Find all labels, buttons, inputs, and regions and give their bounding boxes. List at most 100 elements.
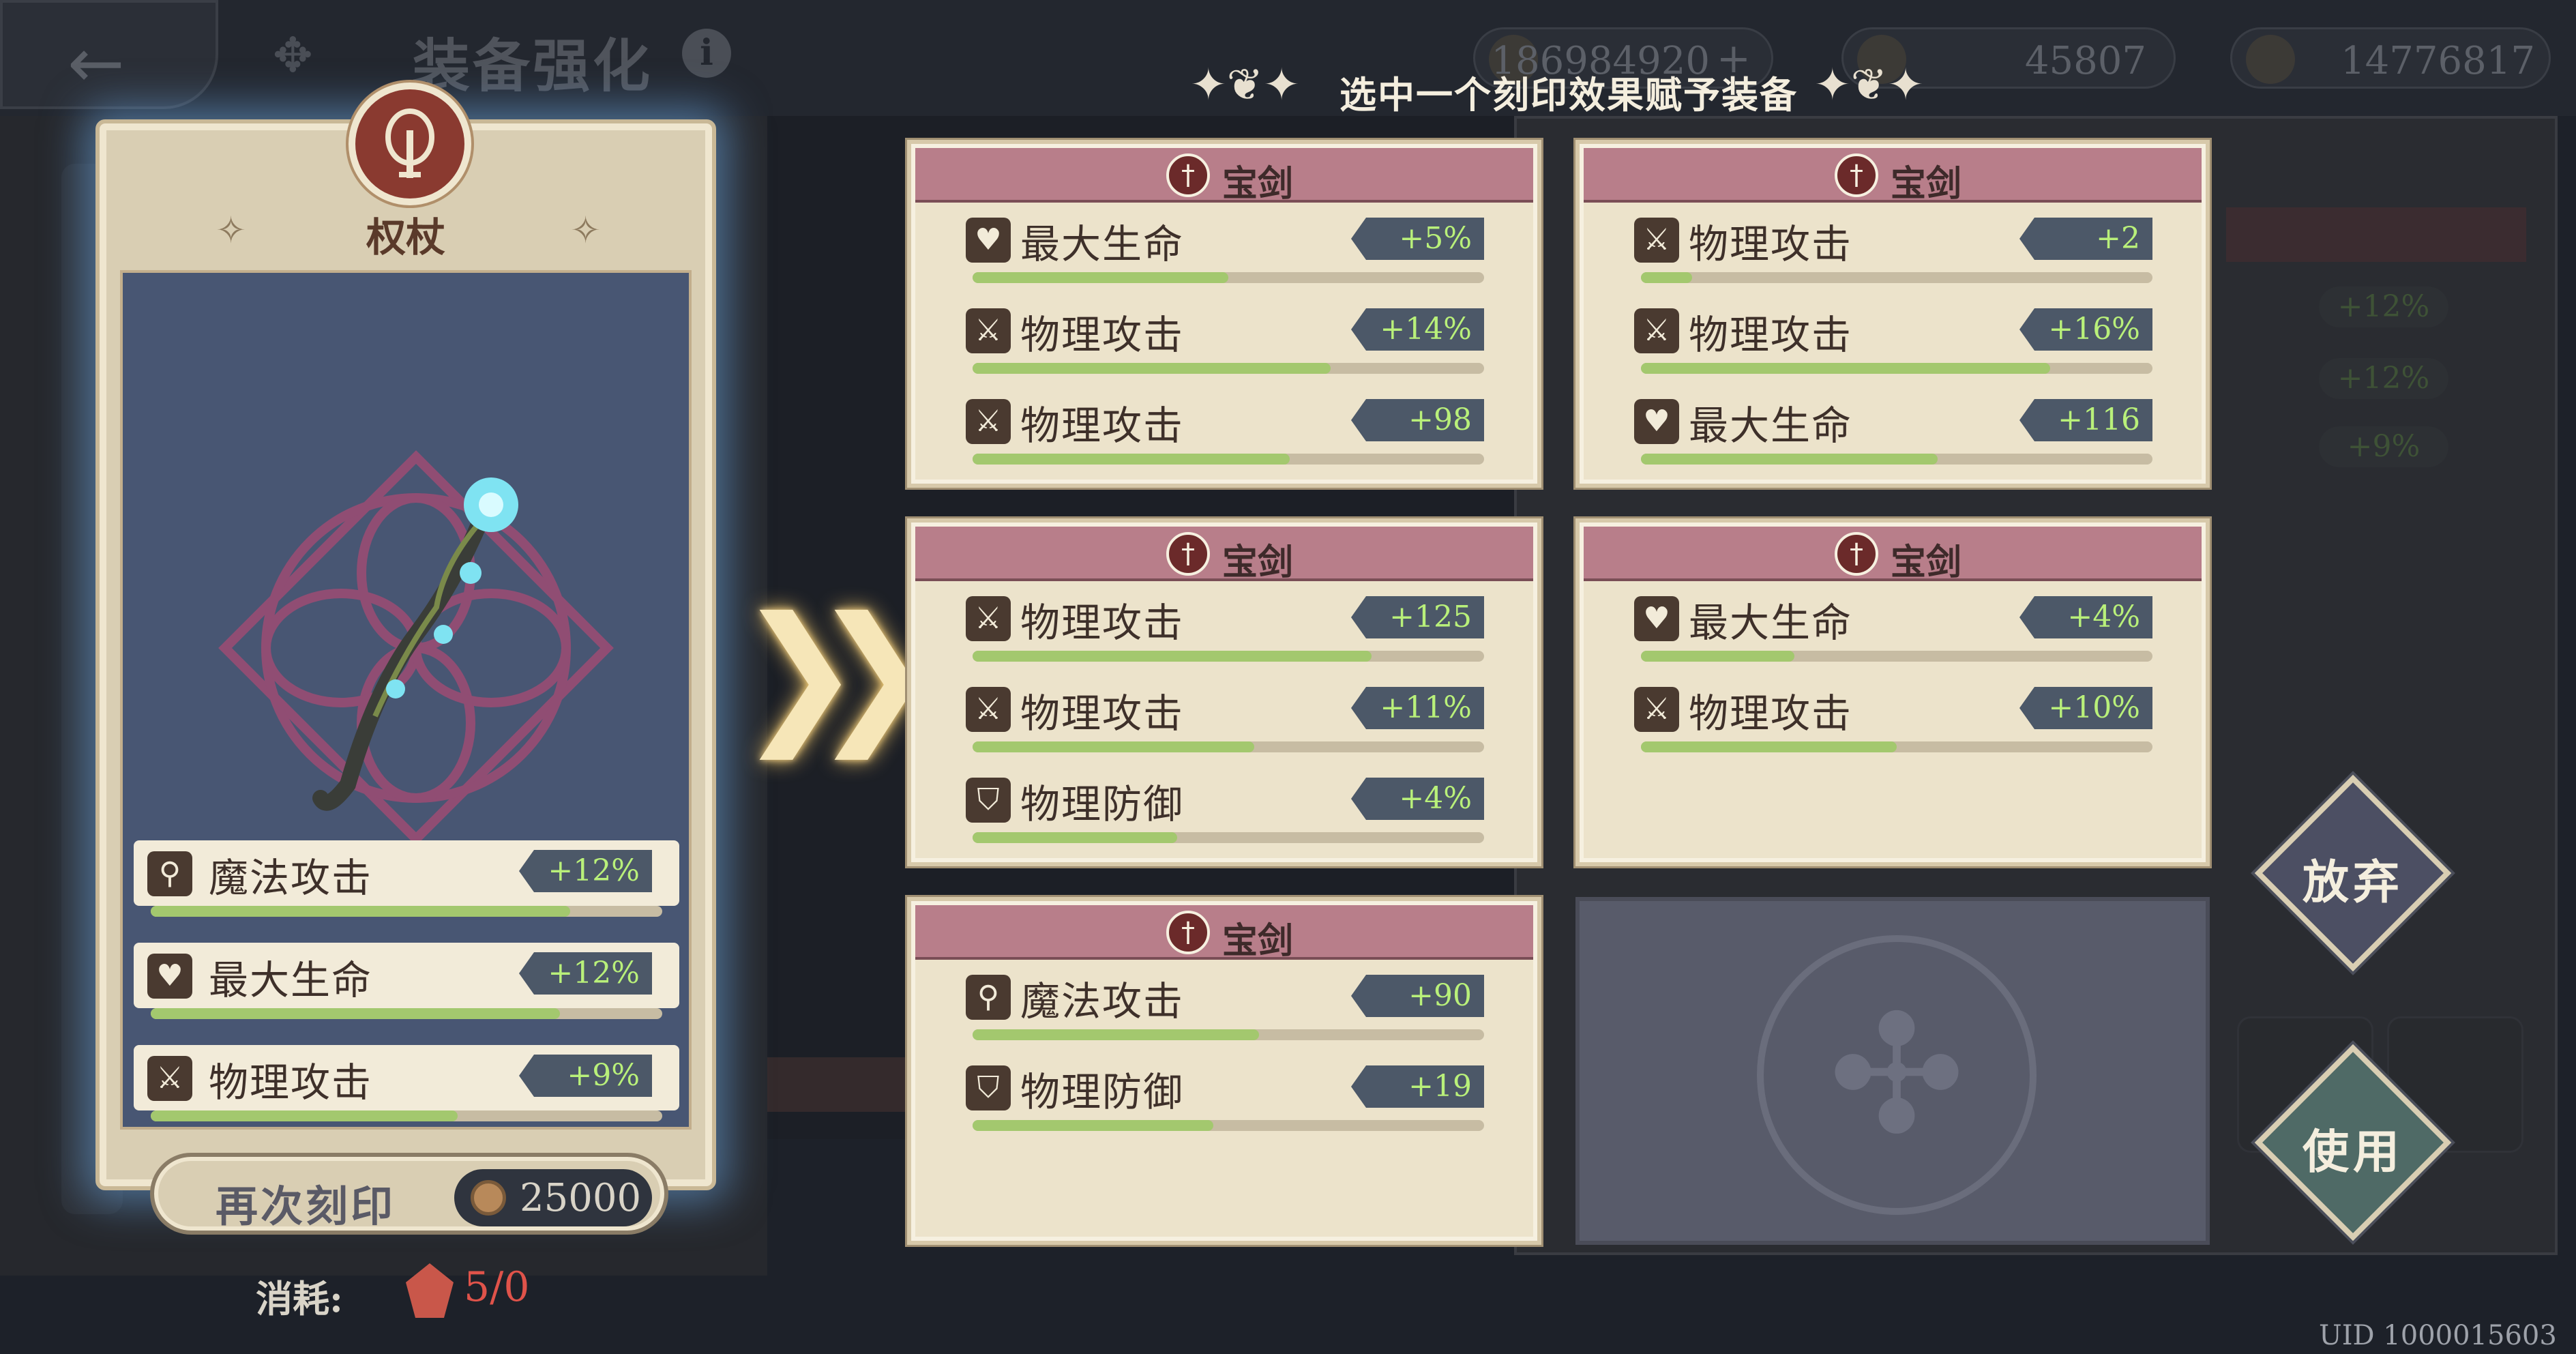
stat-bar — [1641, 272, 2152, 283]
sword-icon: ⚔ — [966, 399, 1011, 444]
stat-value-badge: +2 — [2019, 218, 2152, 260]
stat-bar — [151, 1110, 662, 1121]
option-header: † 宝剑 — [1584, 527, 2202, 583]
stat-bar-fill — [973, 741, 1254, 752]
use-label: 使用 — [2302, 1125, 2403, 1179]
option-title: 宝剑 — [1891, 542, 1962, 583]
stat-name: 物理攻击 — [1020, 600, 1185, 646]
stat-bar-fill — [1641, 741, 1897, 752]
stat-bar — [973, 272, 1484, 283]
abandon-button[interactable]: 放弃 — [2251, 771, 2455, 975]
option-stat-row: ⚔ 物理攻击 +16% — [1634, 303, 2152, 385]
abandon-label: 放弃 — [2302, 855, 2403, 910]
flourish-right-icon: ✧ — [570, 209, 602, 252]
option-title: 宝剑 — [1222, 542, 1294, 583]
imprint-option-card[interactable]: † 宝剑 ⚔ 物理攻击 +2 ⚔ 物理攻击 +16% ♥ 最大生命 +116 — [1575, 140, 2210, 488]
stat-value-badge: +4% — [2019, 596, 2152, 638]
stat-name: 物理攻击 — [1020, 402, 1185, 449]
stat-name: 最大生命 — [1689, 600, 1853, 646]
stat-name: 最大生命 — [209, 957, 373, 1003]
option-header: † 宝剑 — [915, 905, 1533, 962]
stat-bar — [1641, 741, 2152, 752]
info-icon[interactable]: i — [682, 29, 731, 78]
reimprint-label: 再次刻印 — [216, 1181, 396, 1231]
stat-bar — [973, 741, 1484, 752]
stat-bar — [151, 1008, 662, 1019]
resource-value: 14776817 — [2340, 39, 2535, 83]
imprint-option-card[interactable]: † 宝剑 ⚔ 物理攻击 +125 ⚔ 物理攻击 +11% ⛉ 物理防御 +4% — [907, 518, 1541, 866]
stat-bar-fill — [973, 832, 1177, 843]
knot-emblem-icon: ✣ — [1757, 935, 2037, 1215]
sword-icon: ⚔ — [1634, 308, 1679, 353]
stat-bar-fill — [973, 454, 1290, 465]
stat-name: 最大生命 — [1689, 402, 1853, 449]
sword-icon: ⚔ — [966, 596, 1011, 641]
sword-emblem-icon: † — [1166, 532, 1210, 576]
option-stat-row: ⛉ 物理防御 +4% — [966, 772, 1484, 854]
stat-name: 魔法攻击 — [209, 855, 373, 901]
stat-name: 物理防御 — [1020, 1069, 1185, 1115]
shield-icon: ⛉ — [966, 1065, 1011, 1110]
option-stat-row: ⛉ 物理防御 +19 — [966, 1060, 1484, 1142]
item-art — [218, 450, 614, 846]
imprint-option-card[interactable]: † 宝剑 ♥ 最大生命 +4% ⚔ 物理攻击 +10% — [1575, 518, 2210, 866]
magic-wand-icon: ⚲ — [966, 975, 1011, 1020]
stat-value-badge: +4% — [1351, 778, 1484, 820]
option-stat-row: ⚔ 物理攻击 +98 — [966, 394, 1484, 475]
sword-emblem-icon: † — [1835, 153, 1878, 197]
sword-icon: ⚔ — [966, 308, 1011, 353]
magic-wand-icon: ⚲ — [147, 851, 192, 896]
stat-bar — [973, 1029, 1484, 1040]
heart-icon: ♥ — [1634, 399, 1679, 444]
item-stat-row: ⚲ 魔法攻击 +12% — [134, 836, 679, 926]
stat-bar-fill — [973, 272, 1228, 283]
item-stat-row: ⚔ 物理攻击 +9% — [134, 1041, 679, 1131]
stat-bar — [151, 906, 662, 917]
stat-bar-fill — [151, 1008, 560, 1019]
stat-bar — [973, 832, 1484, 843]
background-stat-badge: +12% — [2319, 358, 2448, 399]
background-panel-header — [2226, 207, 2526, 262]
stat-bar-fill — [151, 906, 570, 917]
sword-icon: ⚔ — [147, 1056, 192, 1101]
option-title: 宝剑 — [1891, 163, 1962, 205]
stat-value-badge: +12% — [519, 952, 652, 995]
reimprint-button[interactable]: 再次刻印 25000 — [150, 1153, 668, 1235]
option-header: † 宝剑 — [915, 148, 1533, 205]
heart-icon: ♥ — [1634, 596, 1679, 641]
item-card: ✧ 权杖 ✧ ⚲ 魔法攻击 +12% ♥ 最大生命 +12% ⚔ 物理攻击 +9… — [95, 83, 716, 1190]
stat-bar-fill — [973, 363, 1331, 374]
stat-value-badge: +125 — [1351, 596, 1484, 638]
back-button[interactable]: ← — [0, 0, 218, 109]
stat-name: 物理攻击 — [1689, 221, 1853, 267]
stat-bar — [973, 454, 1484, 465]
sword-icon: ⚔ — [1634, 687, 1679, 732]
sword-emblem-icon: † — [1166, 153, 1210, 197]
imprint-option-card[interactable]: † 宝剑 ♥ 最大生命 +5% ⚔ 物理攻击 +14% ⚔ 物理攻击 +98 — [907, 140, 1541, 488]
stat-bar — [973, 1120, 1484, 1131]
reimprint-cost: 25000 — [454, 1169, 652, 1226]
stat-value-badge: +14% — [1351, 308, 1484, 351]
imprint-option-card[interactable]: † 宝剑 ⚲ 魔法攻击 +90 ⛉ 物理防御 +19 — [907, 897, 1541, 1245]
item-stat-row: ♥ 最大生命 +12% — [134, 939, 679, 1029]
background-stat-badge: +12% — [2319, 286, 2448, 327]
consume-value: 5/0 — [464, 1263, 530, 1311]
stat-value-badge: +9% — [519, 1055, 652, 1097]
consume-label: 消耗: — [256, 1277, 343, 1321]
option-stat-row: ⚔ 物理攻击 +11% — [966, 681, 1484, 763]
stat-bar-fill — [973, 1029, 1259, 1040]
stat-value-badge: +5% — [1351, 218, 1484, 260]
background-stat-badge: +9% — [2319, 426, 2448, 467]
stat-bar-fill — [151, 1110, 458, 1121]
stat-bar — [1641, 651, 2152, 662]
stat-bar — [973, 651, 1484, 662]
stat-name: 物理攻击 — [1689, 312, 1853, 358]
stat-value-badge: +19 — [1351, 1065, 1484, 1108]
stat-bar-fill — [973, 651, 1372, 662]
stat-name: 物理攻击 — [1689, 690, 1853, 737]
item-name: 权杖 — [366, 214, 445, 261]
use-button[interactable]: 使用 — [2251, 1040, 2455, 1245]
stat-name: 物理攻击 — [1020, 312, 1185, 358]
option-stat-row: ⚔ 物理攻击 +125 — [966, 591, 1484, 673]
option-header: † 宝剑 — [1584, 148, 2202, 205]
